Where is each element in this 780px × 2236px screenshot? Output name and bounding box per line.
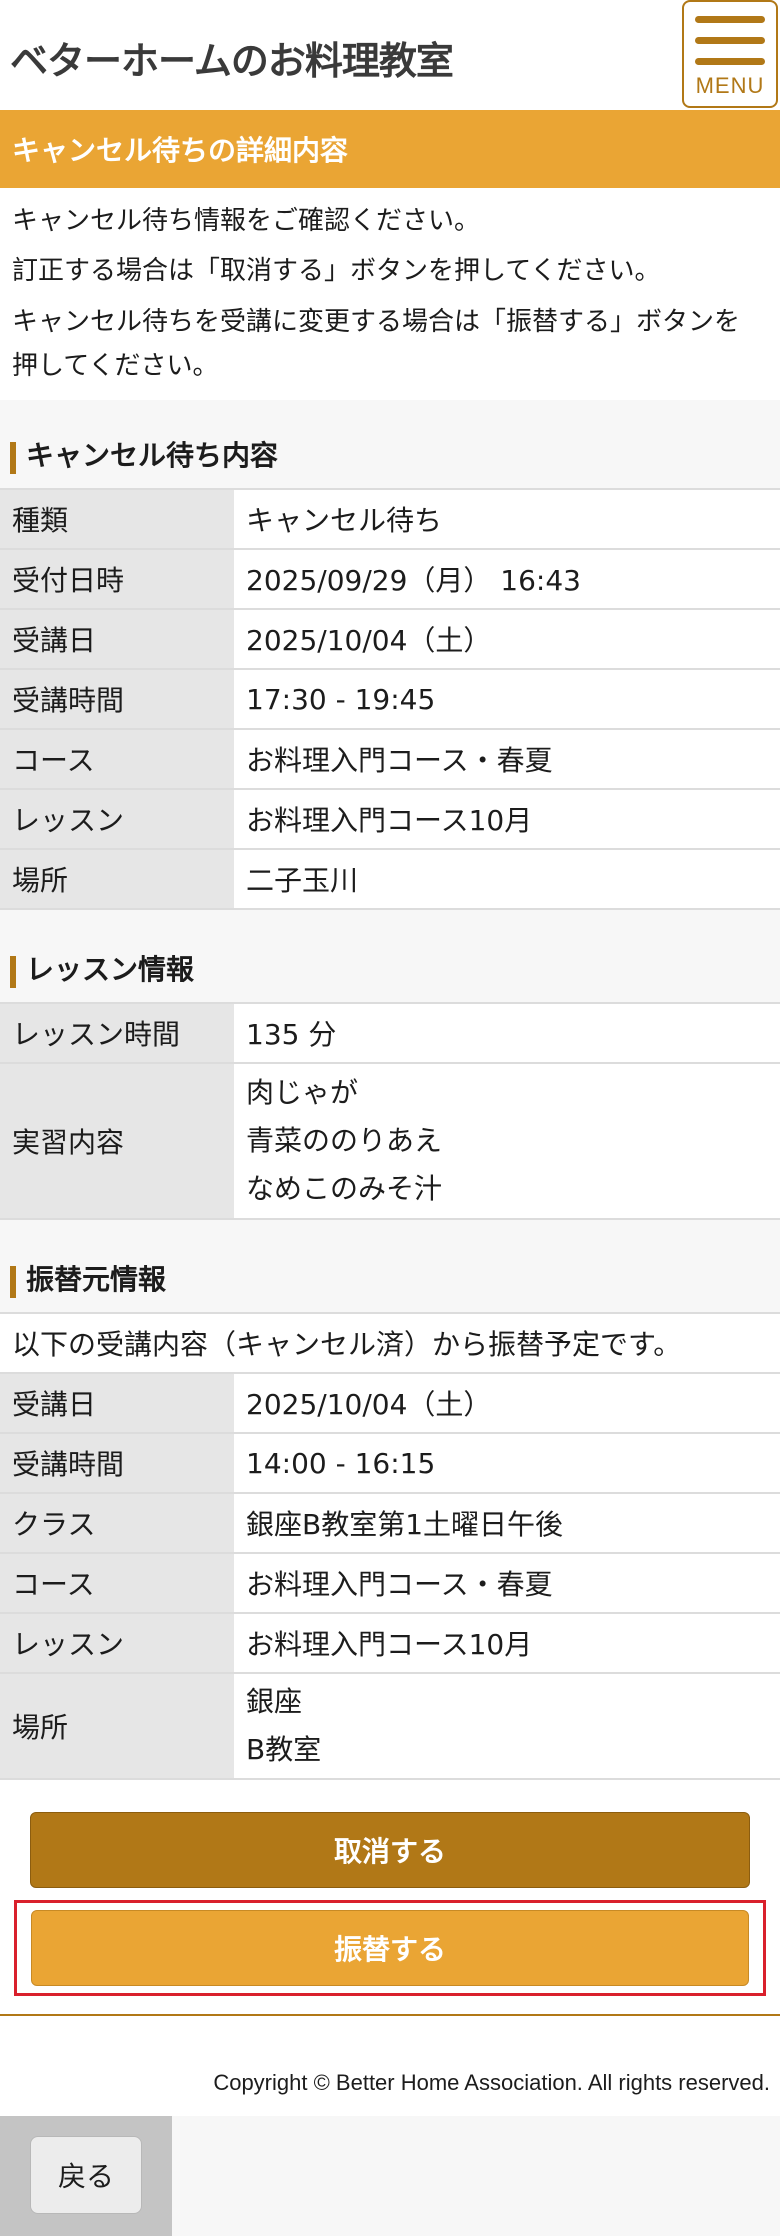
row-label: 受講時間 [0,668,234,729]
section-heading-source: 振替元情報 [0,1220,780,1312]
row-value: 銀座 B教室 [234,1672,780,1780]
row-label: コース [0,1552,234,1613]
place-line: B教室 [246,1733,322,1766]
heading-marker [10,442,16,474]
table-row: 場所 銀座 B教室 [0,1672,780,1780]
transfer-button[interactable]: 振替する [31,1910,749,1986]
row-label: レッスン時間 [0,1002,234,1063]
back-button[interactable]: 戻る [30,2136,142,2214]
table-row: 受付日時 2025/09/29（月） 16:43 [0,548,780,609]
row-value: お料理入門コース・春夏 [234,728,780,789]
menu-item: 肉じゃが [246,1076,359,1109]
row-value: 17:30 - 19:45 [234,668,780,729]
row-value: 14:00 - 16:15 [234,1432,780,1493]
row-value: キャンセル待ち [234,488,780,549]
intro-text: キャンセル待ち情報をご確認ください。 訂正する場合は「取消する」ボタンを押してく… [0,188,780,400]
intro-line: 訂正する場合は「取消する」ボタンを押してください。 [12,256,661,286]
row-value: 銀座B教室第1土曜日午後 [234,1492,780,1553]
table-row: コース お料理入門コース・春夏 [0,1552,780,1613]
heading-marker [10,1266,16,1298]
bottom-bar: 戻る [0,2116,780,2236]
action-buttons: 取消する 振替する [0,1780,780,2016]
waitlist-table: 種類 キャンセル待ち 受付日時 2025/09/29（月） 16:43 受講日 202… [0,488,780,910]
site-header: ベターホームのお料理教室 MENU [0,0,780,110]
source-table: 受講日 2025/10/04（土） 受講時間 14:00 - 16:15 クラス 銀座… [0,1372,780,1780]
intro-line: キャンセル待ちを受講に変更する場合は「振替する」ボタンを 押してください。 [12,300,768,388]
copyright-text: Copyright © Better Home Association. All… [213,2070,770,2095]
table-row: 受講時間 14:00 - 16:15 [0,1432,780,1493]
row-value: 2025/10/04（土） [234,1372,780,1433]
menu-label: MENU [695,73,765,98]
menu-button[interactable]: MENU [682,0,778,108]
section-heading-text: レッスン情報 [26,953,195,986]
hamburger-icon-bar [695,16,765,23]
intro-line-part: キャンセル待ちを受講に変更する場合は「振替する」ボタンを [12,307,741,337]
table-row: クラス 銀座B教室第1土曜日午後 [0,1492,780,1553]
row-value: お料理入門コース・春夏 [234,1552,780,1613]
heading-marker [10,956,16,988]
page-title: キャンセル待ちの詳細内容 [0,110,780,188]
table-row: レッスン時間 135 分 [0,1002,780,1063]
row-value: 2025/09/29（月） 16:43 [234,548,780,609]
row-label: 受講日 [0,1372,234,1433]
row-label: レッスン [0,788,234,849]
menu-item: なめこのみそ汁 [246,1172,443,1205]
section-heading-text: キャンセル待ち内容 [26,439,279,472]
section-heading-text: 振替元情報 [26,1263,167,1296]
transfer-button-highlight: 振替する [14,1900,766,1996]
section-heading-lesson: レッスン情報 [0,910,780,1002]
intro-line: キャンセル待ち情報をご確認ください。 [12,206,481,236]
hamburger-icon-bar [695,58,765,65]
table-row: 場所 二子玉川 [0,848,780,910]
intro-line-part: 押してください。 [12,351,219,381]
row-label: 種類 [0,488,234,549]
row-label: コース [0,728,234,789]
table-row: レッスン お料理入門コース10月 [0,1612,780,1673]
row-value: 二子玉川 [234,848,780,910]
table-row: 受講時間 17:30 - 19:45 [0,668,780,729]
row-value: 135 分 [234,1002,780,1063]
row-label: 受講時間 [0,1432,234,1493]
row-label: 場所 [0,848,234,910]
site-logo[interactable]: ベターホームのお料理教室 [10,30,454,84]
row-value: お料理入門コース10月 [234,788,780,849]
row-label: 実習内容 [0,1062,234,1220]
row-value: 肉じゃが 青菜ののりあえ なめこのみそ汁 [234,1062,780,1220]
row-label: 受講日 [0,608,234,669]
row-value: お料理入門コース10月 [234,1612,780,1673]
menu-item: 青菜ののりあえ [246,1124,443,1157]
footer: Copyright © Better Home Association. All… [0,2016,780,2116]
table-row: レッスン お料理入門コース10月 [0,788,780,849]
source-note: 以下の受講内容（キャンセル済）から振替予定です。 [0,1312,780,1372]
table-row: 実習内容 肉じゃが 青菜ののりあえ なめこのみそ汁 [0,1062,780,1220]
row-value: 2025/10/04（土） [234,608,780,669]
table-row: 受講日 2025/10/04（土） [0,1372,780,1433]
lesson-table: レッスン時間 135 分 実習内容 肉じゃが 青菜ののりあえ なめこのみそ汁 [0,1002,780,1220]
row-label: クラス [0,1492,234,1553]
table-row: 受講日 2025/10/04（土） [0,608,780,669]
cancel-button[interactable]: 取消する [30,1812,750,1888]
row-label: レッスン [0,1612,234,1673]
table-row: 種類 キャンセル待ち [0,488,780,549]
table-row: コース お料理入門コース・春夏 [0,728,780,789]
row-label: 場所 [0,1672,234,1780]
row-label: 受付日時 [0,548,234,609]
section-heading-waitlist: キャンセル待ち内容 [0,400,780,488]
place-line: 銀座 [246,1685,303,1718]
hamburger-icon-bar [695,37,765,44]
